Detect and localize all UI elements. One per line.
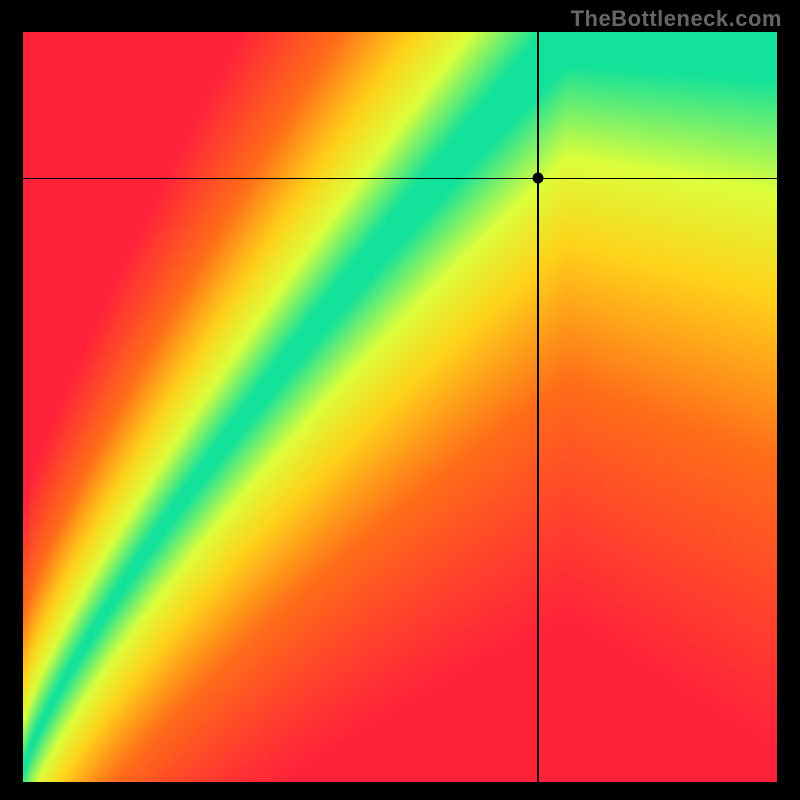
crosshair-horizontal <box>23 178 777 180</box>
watermark-text: TheBottleneck.com <box>571 6 782 32</box>
crosshair-vertical <box>537 32 539 782</box>
heatmap-canvas <box>23 32 777 782</box>
heatmap-plot <box>23 32 777 782</box>
intersection-marker <box>532 173 543 184</box>
